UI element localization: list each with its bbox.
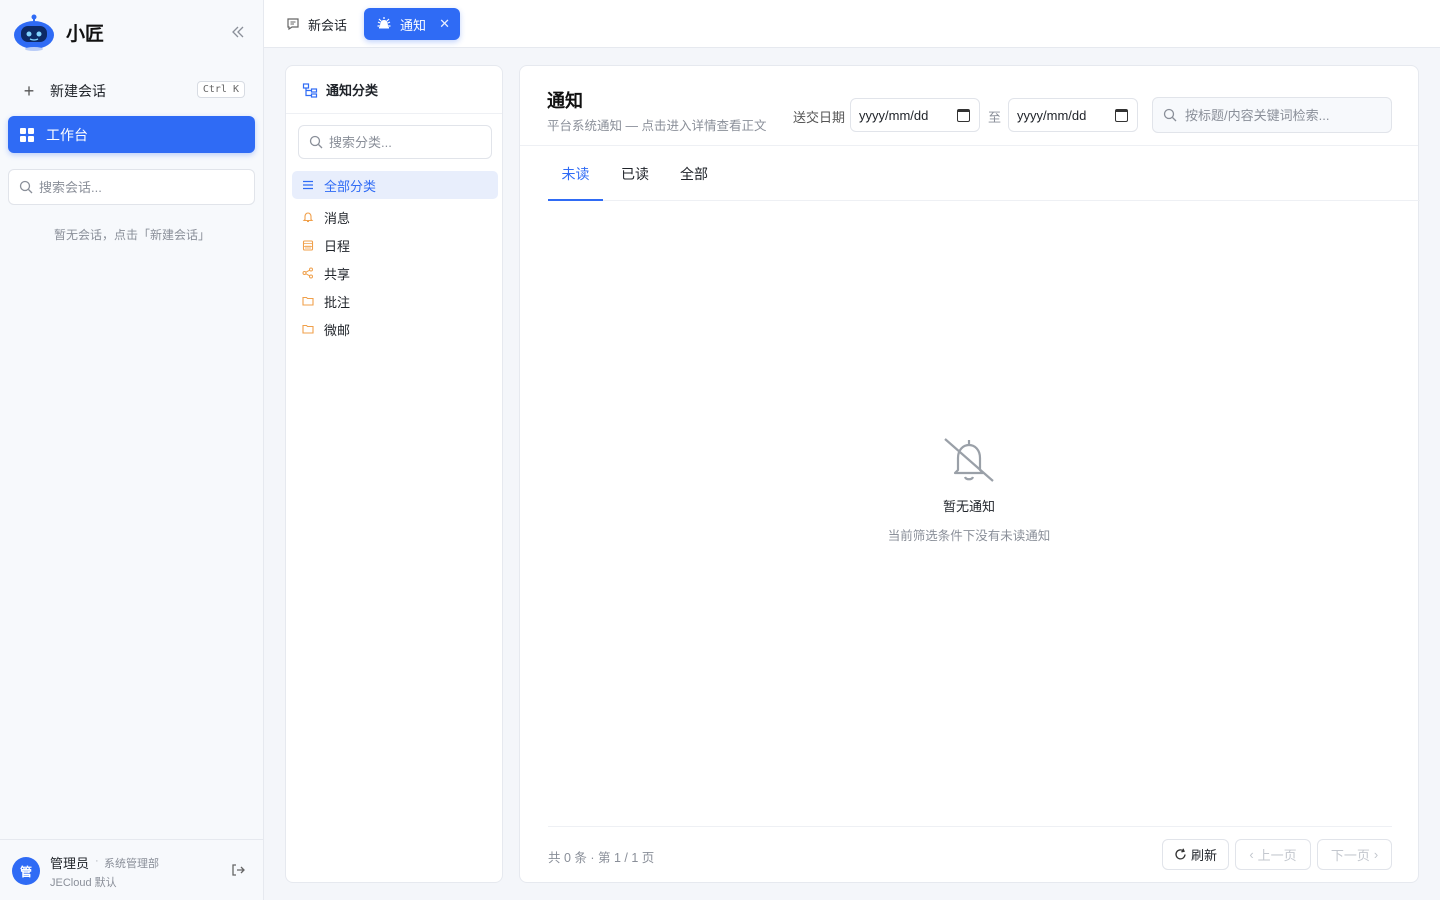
search-icon (1163, 108, 1177, 122)
tab-read[interactable]: 已读 (621, 147, 649, 201)
folder-icon (302, 295, 314, 307)
empty-subtitle: 当前筛选条件下没有未读通知 (887, 529, 1051, 543)
robot-logo-icon (12, 12, 56, 52)
app-title: 小匠 (66, 23, 105, 45)
new-chat-button[interactable]: + 新建会话 Ctrl K (8, 76, 255, 106)
tree-icon (302, 82, 318, 98)
search-icon (19, 180, 33, 194)
date-from-value: yyyy/mm/dd (859, 107, 929, 123)
grid-icon (20, 127, 34, 142)
empty-state: 暂无通知 当前筛选条件下没有未读通知 (520, 436, 1418, 544)
tab-new-chat-label: 新会话 (308, 17, 348, 33)
prev-page-button[interactable]: ‹ 上一页 (1235, 839, 1311, 870)
chat-search-box[interactable] (8, 169, 255, 205)
page-subtitle: 平台系统通知 — 点击进入详情查看正文 (547, 119, 767, 133)
workbench-button[interactable]: 工作台 (8, 116, 255, 153)
calendar-icon (302, 239, 314, 251)
bell-off-icon (941, 436, 997, 484)
tab-bar: 新会话 通知 ✕ (264, 0, 1440, 48)
category-item-micromail[interactable]: 微邮 (292, 315, 498, 343)
user-role: 系统管理部 (104, 858, 159, 870)
date-from-input[interactable]: yyyy/mm/dd (850, 98, 980, 132)
calendar-icon[interactable] (957, 109, 970, 122)
category-label: 消息 (324, 210, 351, 226)
logout-icon[interactable] (230, 862, 246, 878)
user-bar: 管 管理员 · 系统管理部 JECloud 默认 (0, 839, 264, 900)
tab-notifications-label: 通知 (400, 17, 427, 33)
new-chat-label: 新建会话 (50, 83, 106, 99)
date-to-input[interactable]: yyyy/mm/dd (1008, 98, 1138, 132)
tab-new-chat[interactable]: 新会话 (286, 8, 347, 40)
bell-icon (302, 211, 314, 223)
calendar-icon[interactable] (1115, 109, 1128, 122)
chat-empty-text: 暂无会话，点击「新建会话」 (53, 228, 210, 242)
user-name: 管理员 (50, 856, 90, 871)
plus-icon: + (23, 81, 35, 101)
category-header: 通知分类 (286, 66, 502, 114)
chevron-left-icon: ‹ (1249, 847, 1254, 862)
bug-bell-icon (377, 17, 391, 29)
chat-bubble-icon (287, 18, 299, 31)
category-search-input[interactable] (329, 134, 479, 150)
panel-header: 通知 平台系统通知 — 点击进入详情查看正文 送交日期 yyyy/mm/dd 至… (520, 66, 1418, 146)
search-icon (309, 135, 323, 149)
folder-icon (302, 323, 314, 335)
category-panel: 通知分类 全部分类 消息 日程 共享 批注 微邮 (285, 65, 503, 883)
category-item-share[interactable]: 共享 (292, 259, 498, 287)
date-to-value: yyyy/mm/dd (1017, 107, 1087, 123)
user-separator: · (95, 855, 99, 867)
chevron-right-icon: › (1373, 847, 1379, 862)
category-label: 日程 (324, 238, 351, 254)
category-label: 微邮 (324, 322, 351, 338)
tab-all[interactable]: 全部 (680, 147, 708, 201)
date-filter-label: 送交日期 (793, 110, 846, 125)
category-item-annotation[interactable]: 批注 (292, 287, 498, 315)
avatar[interactable]: 管 (12, 857, 40, 885)
refresh-label: 刷新 (1190, 848, 1217, 863)
date-range-separator: 至 (988, 110, 1002, 125)
keyword-search-input[interactable] (1185, 107, 1385, 123)
category-label: 批注 (324, 294, 351, 310)
filter-tabs: 未读 已读 全部 (548, 147, 1420, 201)
category-item-messages[interactable]: 消息 (292, 203, 498, 231)
category-title: 通知分类 (326, 83, 379, 98)
category-list: 全部分类 消息 日程 共享 批注 微邮 (292, 171, 498, 343)
share-icon (302, 267, 314, 279)
refresh-icon (1175, 848, 1186, 860)
category-label: 共享 (324, 266, 351, 282)
shortcut-badge: Ctrl K (196, 81, 245, 98)
sidebar: 小匠 + 新建会话 Ctrl K 工作台 暂无会话，点击「新建会话」 管 管理员… (0, 0, 264, 900)
next-page-label: 下一页 (1330, 848, 1370, 863)
refresh-button[interactable]: 刷新 (1162, 839, 1229, 870)
chat-search-input[interactable] (39, 179, 239, 195)
workbench-label: 工作台 (46, 126, 88, 143)
page-title: 通知 (547, 91, 583, 111)
category-item-all[interactable]: 全部分类 (292, 171, 498, 199)
pagination-bar: 共 0 条 · 第 1 / 1 页 刷新 ‹ 上一页 下一页 › (548, 826, 1392, 884)
category-label: 全部分类 (324, 178, 377, 194)
category-search-box[interactable] (298, 125, 492, 159)
keyword-search-box[interactable] (1152, 97, 1392, 133)
tab-notifications[interactable]: 通知 ✕ (364, 8, 460, 40)
prev-page-label: 上一页 (1257, 848, 1297, 863)
collapse-sidebar-icon[interactable] (228, 22, 248, 42)
brand: 小匠 (12, 12, 252, 52)
list-icon (302, 179, 314, 191)
empty-title: 暂无通知 (942, 499, 995, 514)
category-item-schedule[interactable]: 日程 (292, 231, 498, 259)
tab-unread[interactable]: 未读 (548, 147, 603, 201)
close-tab-icon[interactable]: ✕ (439, 16, 450, 32)
user-org: JECloud 默认 (50, 877, 117, 889)
next-page-button[interactable]: 下一页 › (1317, 839, 1392, 870)
notification-panel: 通知 平台系统通知 — 点击进入详情查看正文 送交日期 yyyy/mm/dd 至… (519, 65, 1420, 884)
pagination-summary: 共 0 条 · 第 1 / 1 页 (548, 851, 655, 865)
